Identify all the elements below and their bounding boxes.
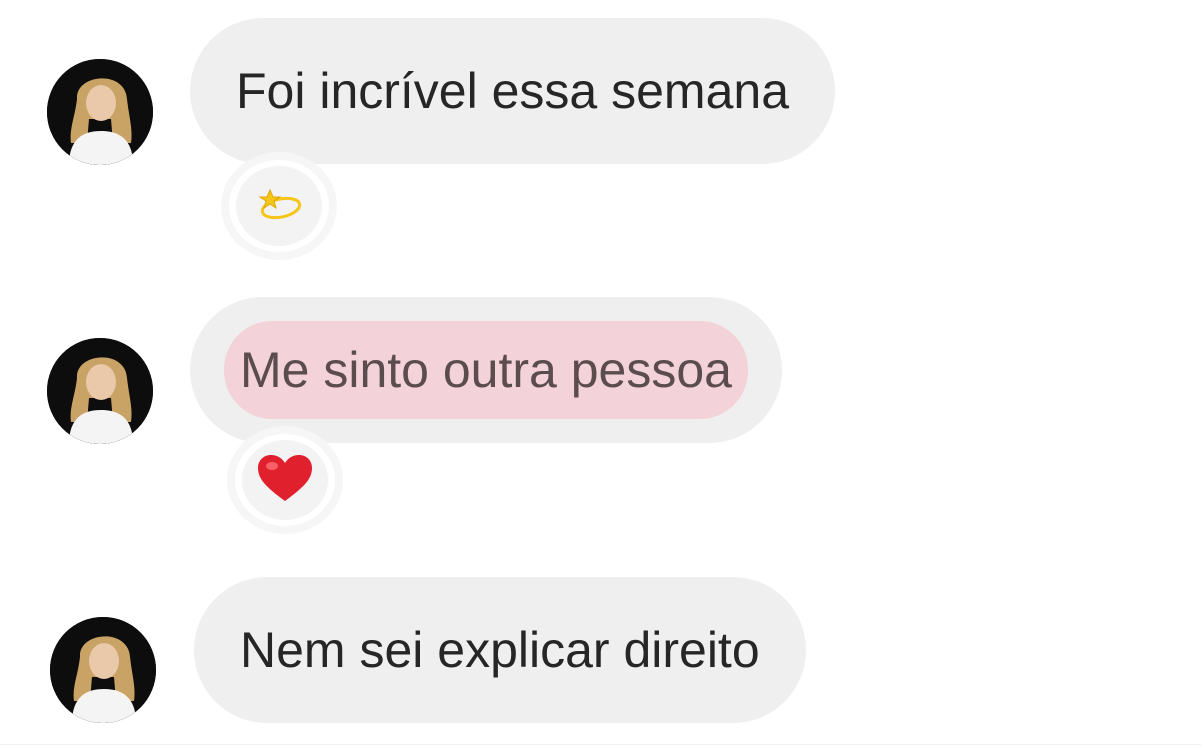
message-reaction[interactable] [229,160,329,252]
message-bubble[interactable]: Nem sei explicar direito [194,577,806,723]
avatar[interactable] [50,617,156,723]
chat-thread: Foi incrível essa semana Me sinto outra … [0,0,1201,749]
dizzy-star-icon [254,184,304,229]
message-text: Foi incrível essa semana [236,63,790,119]
reaction-badge [236,166,322,246]
highlighted-message-text: Me sinto outra pessoa [224,321,748,419]
bottom-divider [0,744,1201,745]
reaction-badge [242,440,328,520]
avatar[interactable] [47,338,153,444]
message-bubble[interactable]: Foi incrível essa semana [190,18,836,164]
message-reaction[interactable] [235,434,335,526]
message-bubble[interactable]: Me sinto outra pessoa [190,297,782,443]
red-heart-icon [256,453,314,508]
message-text: Nem sei explicar direito [240,622,760,678]
avatar[interactable] [47,59,153,165]
